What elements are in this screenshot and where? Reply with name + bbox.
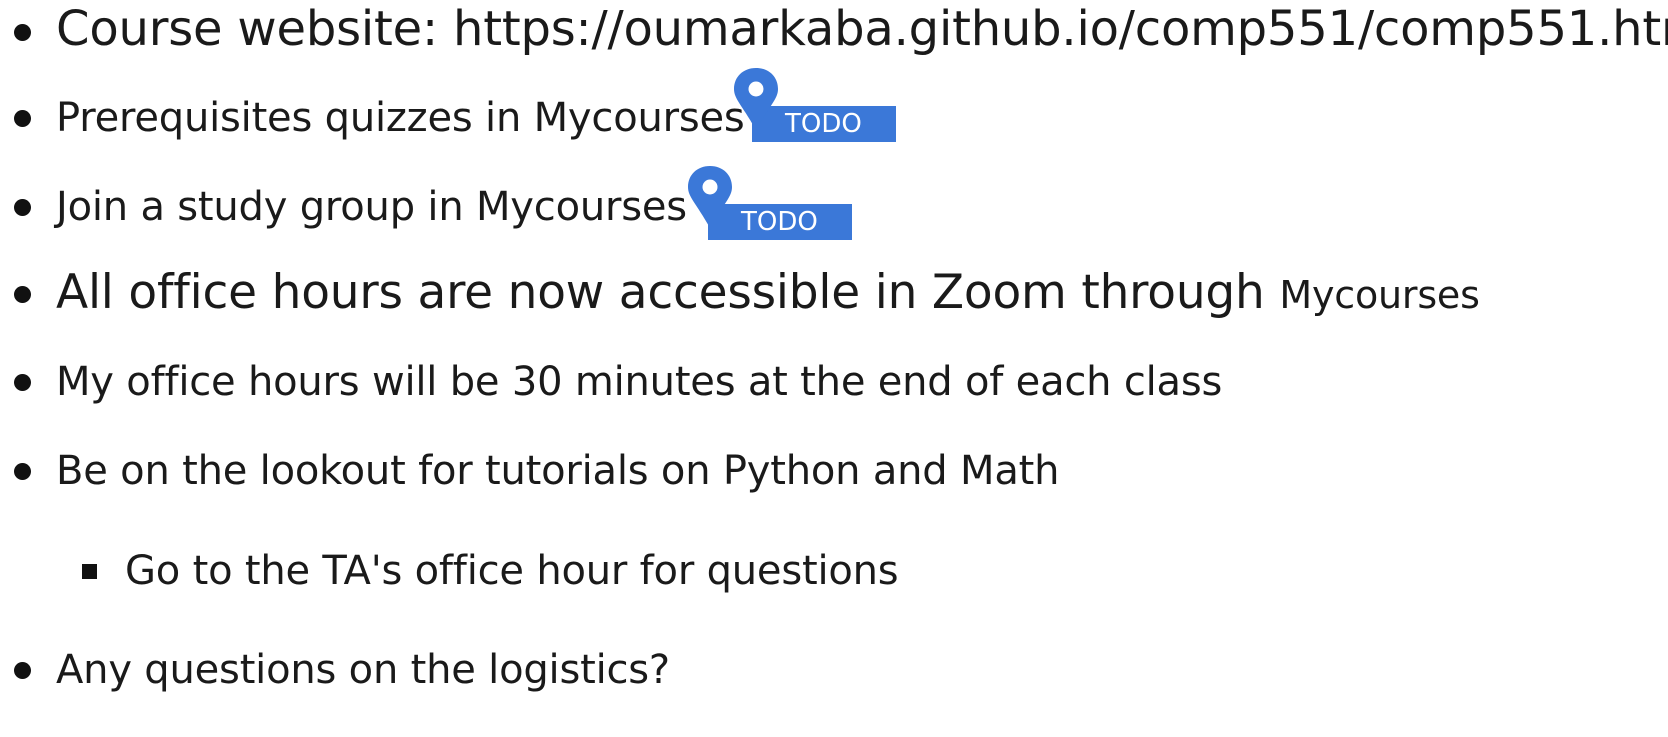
bullet-dot [14, 286, 31, 303]
bullet-text: Any questions on the logistics? [56, 647, 670, 693]
bullet-text: All office hours are now accessible in Z… [56, 269, 1480, 316]
bullet-text: Be on the lookout for tutorials on Pytho… [56, 448, 1060, 494]
bullet-dot [14, 110, 31, 127]
bullet-dot [14, 199, 31, 216]
bullet-dot [14, 24, 31, 41]
bullet-text-tail: Mycourses [1279, 273, 1480, 317]
bullet-text: My office hours will be 30 minutes at th… [56, 359, 1223, 405]
bullet-text: Prerequisites quizzes in Mycourses [56, 95, 745, 141]
todo-marker[interactable]: TODO [732, 68, 902, 144]
bullet-dot [14, 662, 31, 679]
todo-marker[interactable]: TODO [686, 166, 856, 242]
bullet-text: Go to the TA's office hour for questions [125, 548, 899, 594]
todo-label: TODO [741, 207, 818, 237]
bullet-text-main: All office hours are now accessible in Z… [56, 265, 1265, 320]
bullet-text: Course website: https://oumarkaba.github… [56, 1, 1668, 57]
bullet-dot [14, 374, 31, 391]
bullet-dot [14, 463, 31, 480]
todo-label: TODO [785, 109, 862, 139]
bullet-text: Join a study group in Mycourses [56, 184, 687, 230]
slide-content: Course website: https://oumarkaba.github… [0, 0, 1668, 737]
sub-bullet-square [82, 564, 97, 579]
